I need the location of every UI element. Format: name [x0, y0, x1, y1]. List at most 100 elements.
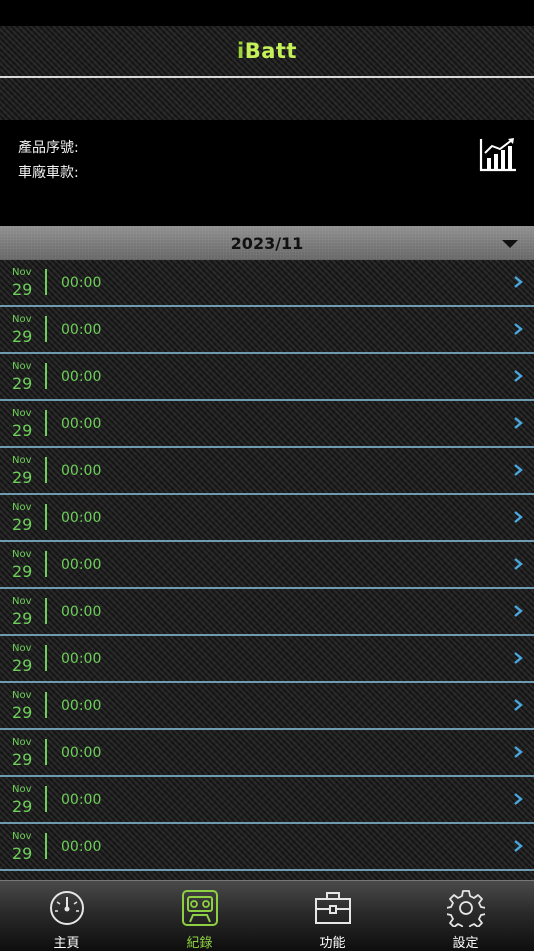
record-month: Nov [12, 690, 32, 701]
record-month: Nov [12, 831, 32, 842]
record-month: Nov [12, 784, 32, 795]
record-time: 00:00 [61, 463, 102, 479]
record-row[interactable]: Nov 29 00:00 [0, 730, 534, 777]
tab-home[interactable]: 主頁 [0, 881, 133, 951]
record-row[interactable]: Nov 29 00:00 [0, 777, 534, 824]
record-divider [45, 786, 47, 812]
record-row[interactable]: Nov 29 00:00 [0, 824, 534, 871]
record-day: 29 [12, 750, 33, 769]
record-row[interactable]: Nov 29 00:00 [0, 401, 534, 448]
app-header: iBatt [0, 0, 534, 120]
record-row[interactable]: Nov 29 00:00 [0, 636, 534, 683]
record-divider [45, 504, 47, 530]
record-divider [45, 692, 47, 718]
record-divider [45, 739, 47, 765]
record-month: Nov [12, 737, 32, 748]
toolbox-icon [315, 892, 351, 924]
record-row[interactable]: Nov 29 00:00 [0, 542, 534, 589]
record-day: 29 [12, 515, 33, 534]
record-day: 29 [12, 421, 33, 440]
chevron-right-icon [514, 370, 523, 382]
record-divider [45, 598, 47, 624]
record-row[interactable]: Nov 29 00:00 [0, 589, 534, 636]
record-day: 29 [12, 703, 33, 722]
record-row[interactable]: Nov 29 00:00 [0, 683, 534, 730]
record-day: 29 [12, 374, 33, 393]
tab-functions-label: 功能 [319, 936, 346, 951]
record-day: 29 [12, 280, 33, 299]
speedometer-icon [50, 891, 84, 925]
record-row[interactable]: Nov 29 00:00 [0, 448, 534, 495]
record-time: 00:00 [61, 510, 102, 526]
chevron-right-icon [514, 793, 523, 805]
vehicle-model-label: 車廠車款: [18, 165, 79, 181]
record-day: 29 [12, 562, 33, 581]
chevron-right-icon [514, 746, 523, 758]
title-band: iBatt [0, 26, 534, 76]
cassette-icon [182, 890, 218, 926]
chevron-right-icon [514, 699, 523, 711]
chevron-right-icon [514, 276, 523, 288]
record-month: Nov [12, 596, 32, 607]
record-day: 29 [12, 844, 33, 863]
record-time: 00:00 [61, 792, 102, 808]
chevron-right-icon [514, 323, 523, 335]
record-time: 00:00 [61, 416, 102, 432]
record-time: 00:00 [61, 369, 102, 385]
app-title: iBatt [237, 39, 297, 63]
record-month: Nov [12, 502, 32, 513]
record-row[interactable]: Nov 29 00:00 [0, 307, 534, 354]
tab-functions[interactable]: 功能 [266, 881, 399, 951]
record-month: Nov [12, 455, 32, 466]
record-time: 00:00 [61, 322, 102, 338]
record-divider [45, 551, 47, 577]
record-day: 29 [12, 797, 33, 816]
chevron-right-icon [514, 840, 523, 852]
chevron-right-icon [514, 464, 523, 476]
tab-settings-label: 設定 [452, 936, 479, 951]
record-divider [45, 316, 47, 342]
record-month: Nov [12, 643, 32, 654]
record-day: 29 [12, 327, 33, 346]
status-bar-area [0, 0, 534, 26]
record-time: 00:00 [61, 745, 102, 761]
record-month: Nov [12, 267, 32, 278]
month-selector[interactable]: 2023/11 [0, 226, 534, 260]
app-title-rest: Batt [244, 39, 297, 63]
records-list[interactable]: Nov 29 00:00 Nov 29 00:00 Nov 29 00:00 Nov 29 00:00… [0, 260, 534, 880]
record-time: 00:00 [61, 275, 102, 291]
gear-icon [447, 890, 485, 927]
record-divider [45, 269, 47, 295]
chevron-right-icon [514, 652, 523, 664]
record-row[interactable]: Nov 29 00:00 [0, 354, 534, 401]
record-row[interactable]: Nov 29 00:00 [0, 495, 534, 542]
record-divider [45, 645, 47, 671]
tab-records-label: 紀錄 [186, 936, 213, 951]
month-label: 2023/11 [230, 233, 304, 253]
chart-button[interactable] [478, 136, 518, 174]
record-time: 00:00 [61, 698, 102, 714]
record-day: 29 [12, 468, 33, 487]
tab-records[interactable]: 紀錄 [133, 881, 266, 951]
record-month: Nov [12, 408, 32, 419]
record-divider [45, 457, 47, 483]
record-time: 00:00 [61, 839, 102, 855]
device-info-panel: 產品序號: 車廠車款: [0, 120, 534, 226]
tab-settings[interactable]: 設定 [399, 881, 532, 951]
record-day: 29 [12, 656, 33, 675]
app-title-i: i [237, 39, 245, 63]
chevron-right-icon [514, 511, 523, 523]
record-row[interactable]: Nov 29 00:00 [0, 260, 534, 307]
tab-home-label: 主頁 [53, 936, 80, 951]
bar-chart-icon [479, 138, 516, 172]
record-month: Nov [12, 361, 32, 372]
record-time: 00:00 [61, 651, 102, 667]
chevron-right-icon [514, 558, 523, 570]
serial-number-label: 產品序號: [18, 140, 79, 156]
chevron-right-icon [514, 417, 523, 429]
record-time: 00:00 [61, 557, 102, 573]
tab-bar: 主頁 紀錄 功能 設定 [0, 880, 534, 951]
record-month: Nov [12, 549, 32, 560]
record-day: 29 [12, 609, 33, 628]
record-divider [45, 363, 47, 389]
